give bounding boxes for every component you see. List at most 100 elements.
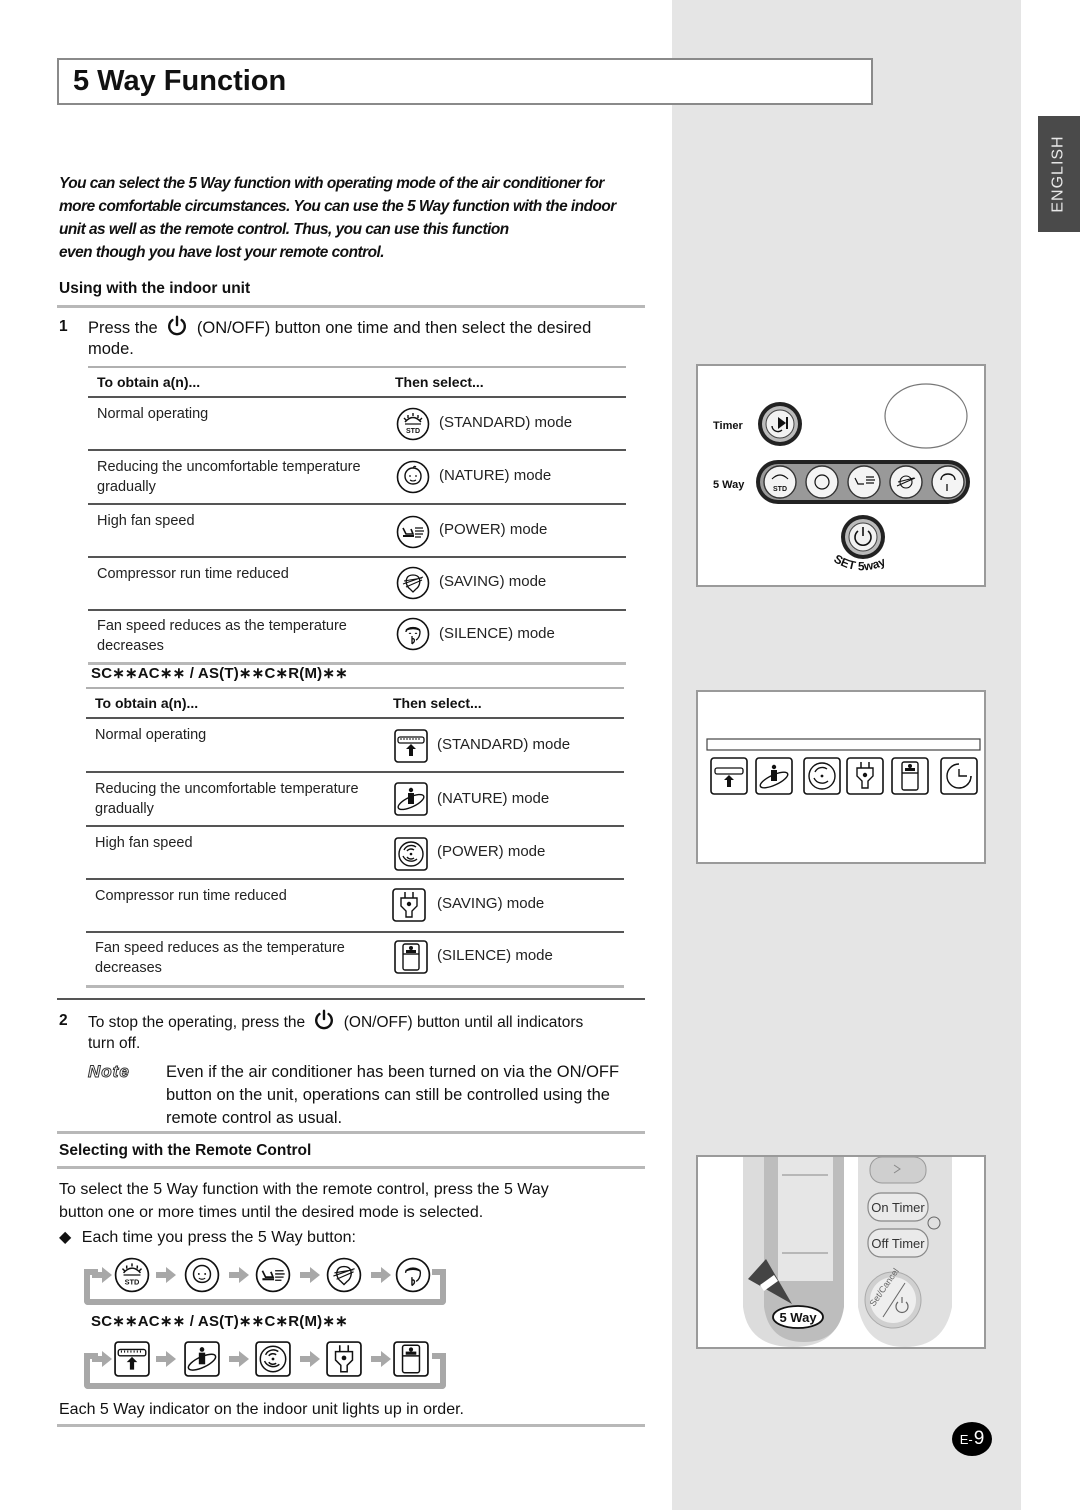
standard-square-icon bbox=[114, 1341, 150, 1377]
row-mode: (SILENCE) mode bbox=[437, 947, 553, 964]
table-row: Normal operating (STANDARD) mode bbox=[86, 719, 624, 773]
on-timer-button[interactable]: On Timer bbox=[867, 1192, 929, 1222]
row-mode: (NATURE) mode bbox=[439, 467, 552, 484]
table-row: High fan speed (POWER) mode bbox=[86, 827, 624, 880]
table-row: Reducing the uncomfortable temperature g… bbox=[86, 773, 624, 827]
five-way-remote-button[interactable]: 5 Way bbox=[772, 1305, 824, 1329]
section-divider bbox=[57, 305, 645, 308]
off-timer-button[interactable]: Off Timer bbox=[867, 1228, 929, 1258]
sequence-loop-end bbox=[432, 1353, 446, 1359]
row-mode: (SAVING) mode bbox=[439, 573, 547, 590]
page-number-prefix: E- bbox=[959, 1431, 973, 1447]
row-mode: (SAVING) mode bbox=[437, 895, 545, 912]
saving-square-icon bbox=[392, 888, 426, 922]
step-2: 2 To stop the operating, press the (ON/O… bbox=[59, 1009, 659, 1055]
row-mode: (POWER) mode bbox=[439, 521, 548, 538]
row-description: High fan speed bbox=[95, 835, 193, 851]
five-way-mode-button[interactable] bbox=[805, 465, 839, 499]
mode-table-square: To obtain a(n)... Then select... Normal … bbox=[86, 687, 624, 988]
header-obtain: To obtain a(n)... bbox=[97, 374, 201, 390]
page-number: 9 bbox=[973, 1428, 985, 1449]
arrow-right-icon bbox=[156, 1351, 176, 1367]
nature-square-icon bbox=[184, 1341, 220, 1377]
intro-line: more comfortable circumstances. You can … bbox=[59, 198, 616, 215]
five-way-mode-button[interactable] bbox=[847, 465, 881, 499]
arrow-right-icon bbox=[229, 1267, 249, 1283]
svg-text:5 Way: 5 Way bbox=[779, 1310, 817, 1325]
saving-round-icon bbox=[326, 1257, 362, 1293]
language-tab-label: ENGLISH bbox=[1050, 135, 1067, 213]
arrow-right-icon bbox=[300, 1351, 320, 1367]
step-text-before: To stop the operating, press the bbox=[88, 1014, 306, 1031]
step-1-line2: mode. bbox=[88, 340, 134, 358]
power-round-icon bbox=[396, 515, 430, 549]
table-header: To obtain a(n)... Then select... bbox=[88, 366, 626, 398]
five-way-mode-button[interactable] bbox=[889, 465, 923, 499]
remote-instruction-line: button one or more times until the desir… bbox=[59, 1204, 484, 1221]
svg-text:STD: STD bbox=[773, 486, 787, 493]
arrow-right-icon bbox=[300, 1267, 320, 1283]
svg-text:On Timer: On Timer bbox=[871, 1200, 925, 1215]
power-square-icon bbox=[394, 837, 428, 871]
set-five-way-power-button[interactable] bbox=[841, 515, 885, 559]
header-select: Then select... bbox=[393, 695, 482, 711]
saving-square-icon bbox=[326, 1341, 362, 1377]
note-text: Even if the air conditioner has been tur… bbox=[166, 1063, 620, 1127]
section-divider bbox=[57, 1131, 645, 1134]
intro-paragraph: You can select the 5 Way function with o… bbox=[59, 172, 659, 264]
svg-text:STD: STD bbox=[406, 428, 420, 435]
header-select: Then select... bbox=[395, 374, 484, 390]
note-label: Note bbox=[88, 1062, 130, 1082]
row-mode: (STANDARD) mode bbox=[437, 736, 571, 753]
model-label: SC∗∗AC∗∗ / AS(T)∗∗C∗R(M)∗∗ bbox=[91, 665, 348, 682]
remote-instruction-line: To select the 5 Way function with the re… bbox=[59, 1181, 549, 1198]
arrow-right-icon bbox=[371, 1267, 391, 1283]
silence-square-icon bbox=[394, 940, 428, 974]
table-row: Normal operating STD (STANDARD) mode bbox=[88, 398, 626, 451]
table-header: To obtain a(n)... Then select... bbox=[86, 687, 624, 719]
row-mode: (STANDARD) mode bbox=[439, 414, 573, 431]
row-description: Reducing the uncomfortable temperature g… bbox=[95, 781, 359, 817]
silence-square-icon bbox=[393, 1341, 429, 1377]
step-1-text: Press the (ON/OFF) button one time and t… bbox=[88, 315, 591, 340]
display-window bbox=[884, 383, 968, 449]
page-number-badge: E- 9 bbox=[952, 1422, 992, 1456]
row-description: Fan speed reduces as the temperature dec… bbox=[95, 940, 345, 976]
step-number: 1 bbox=[59, 318, 68, 335]
mode-table-round: To obtain a(n)... Then select... Normal … bbox=[88, 366, 626, 665]
row-description: High fan speed bbox=[97, 513, 195, 529]
remote-control-drawing: On Timer Off Timer Set/Cancel 5 Way bbox=[698, 1156, 984, 1347]
timer-button[interactable] bbox=[758, 402, 802, 446]
saving-indicator-icon bbox=[846, 757, 884, 795]
bullet-item: ◆ Each time you press the 5 Way button: bbox=[59, 1227, 356, 1247]
step-2-text: To stop the operating, press the (ON/OFF… bbox=[88, 1009, 583, 1034]
sequence-loop-end bbox=[432, 1269, 446, 1275]
arrow-right-icon bbox=[156, 1267, 176, 1283]
five-way-mode-button[interactable]: STD bbox=[763, 465, 797, 499]
saving-round-icon bbox=[396, 566, 430, 600]
svg-text:Off Timer: Off Timer bbox=[871, 1236, 925, 1251]
row-description: Fan speed reduces as the temperature dec… bbox=[97, 618, 347, 654]
standard-indicator-icon bbox=[710, 757, 748, 795]
power-icon bbox=[315, 1009, 334, 1030]
step-text-before: Press the bbox=[88, 319, 158, 337]
table-row: Compressor run time reduced (SAVING) mod… bbox=[88, 558, 626, 611]
arrow-right-icon bbox=[92, 1267, 112, 1283]
nature-indicator-icon bbox=[755, 757, 793, 795]
intro-line: even though you have lost your remote co… bbox=[59, 244, 385, 261]
remote-control-illustration: On Timer Off Timer Set/Cancel 5 Way bbox=[696, 1155, 986, 1349]
five-way-button-strip: STD bbox=[756, 460, 970, 504]
table-row: Compressor run time reduced (SAVING) mod… bbox=[86, 880, 624, 933]
table-row: Fan speed reduces as the temperature dec… bbox=[88, 611, 626, 665]
row-description: Normal operating bbox=[95, 727, 207, 743]
step-text-after: (ON/OFF) button until all indicators bbox=[343, 1014, 584, 1031]
five-way-mode-button[interactable] bbox=[931, 465, 965, 499]
power-icon bbox=[168, 315, 187, 336]
svg-text:STD: STD bbox=[125, 1278, 140, 1287]
section-divider bbox=[57, 998, 645, 1000]
row-mode: (NATURE) mode bbox=[437, 790, 550, 807]
arrow-right-icon bbox=[92, 1351, 112, 1367]
mode-sequence-round: STD bbox=[84, 1257, 450, 1313]
five-way-label: 5 Way bbox=[713, 479, 745, 491]
page-title: 5 Way Function bbox=[73, 65, 287, 97]
